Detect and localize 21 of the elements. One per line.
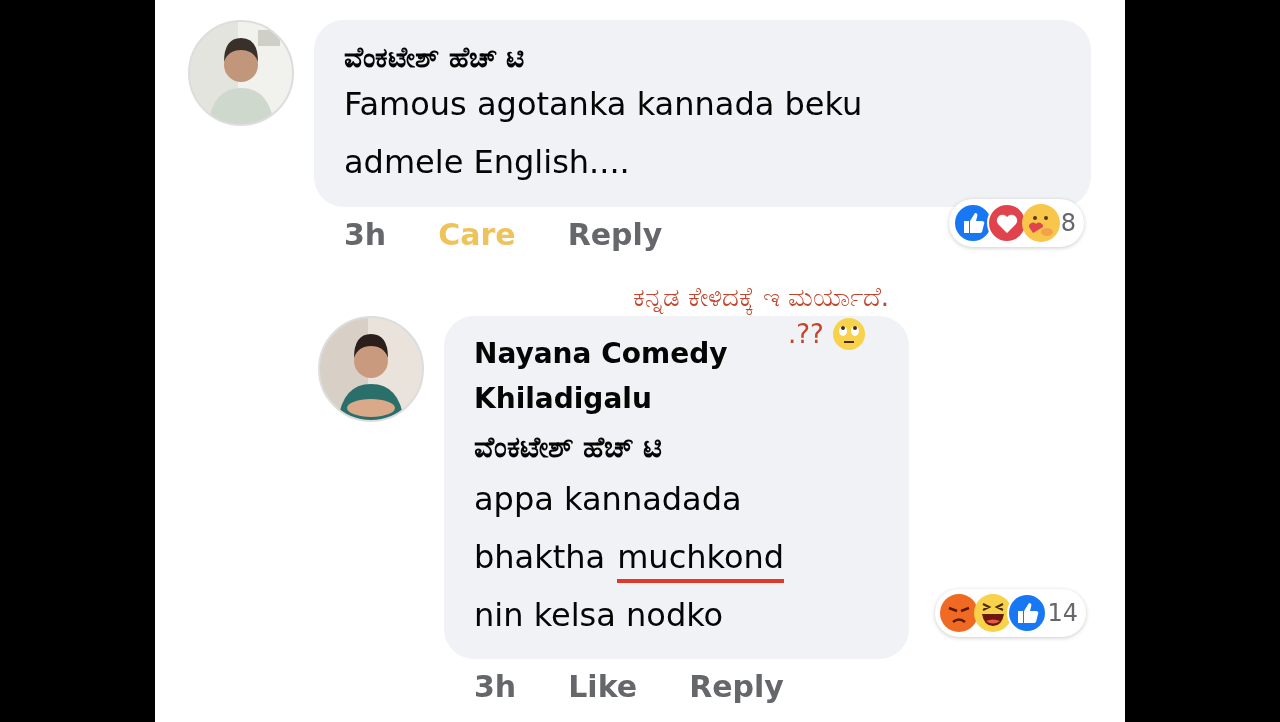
comment-text: muchkond: [617, 537, 785, 583]
comment-time: 3h: [344, 217, 387, 252]
annotation-text: ಕನ್ನಡ ಕೇಳಿದಕ್ಕೆ ಇ ಮರ್ಯಾದೆ.: [633, 282, 890, 313]
eye-roll-face-icon: [831, 317, 866, 351]
comment-action[interactable]: Reply: [689, 669, 784, 704]
annotation-text: .??: [788, 319, 824, 349]
author-name[interactable]: ವೆಂಕಟೇಶ್ ಹೆಚ್ ಟಿ: [344, 38, 1061, 78]
author-name[interactable]: Nayana Comedy Khiladigalu: [474, 331, 734, 421]
comment-text: nin kelsa nodko: [474, 595, 724, 636]
comment-text: appa kannadada: [474, 479, 742, 520]
comment-action[interactable]: Like: [568, 669, 638, 704]
comment-text: admele English....: [344, 142, 630, 183]
mention-name[interactable]: ವೆಂಕಟೇಶ್ ಹೆಚ್ ಟಿ: [474, 421, 879, 473]
comment-time: 3h: [474, 669, 517, 704]
reactions-badge[interactable]: 14: [935, 589, 1086, 637]
reactions-badge[interactable]: 8: [948, 199, 1084, 247]
thumbs-up-icon: [1007, 593, 1048, 633]
comment-text: bhaktha: [474, 537, 606, 578]
comment-action[interactable]: Reply: [567, 217, 663, 252]
comment-text: Famous agotanka kannada beku: [344, 84, 863, 125]
hugging-face-icon: [1020, 203, 1061, 243]
